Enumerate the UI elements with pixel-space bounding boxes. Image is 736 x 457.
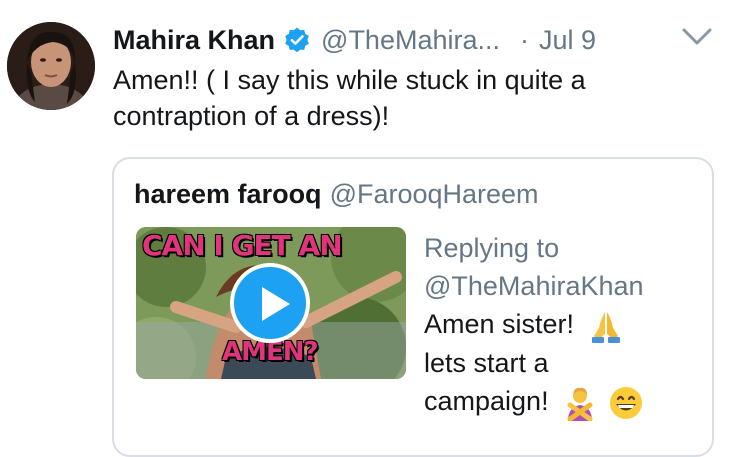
tweet-date[interactable]: Jul 9 [539, 25, 596, 56]
quoted-tweet-header: hareem farooq @FarooqHareem [134, 179, 539, 210]
grinning-face-emoji [608, 385, 644, 421]
verified-badge-icon [283, 26, 311, 54]
quoted-text-line: Amen sister! [424, 305, 704, 344]
video-thumbnail[interactable]: CAN I GET AN AMEN? [136, 227, 406, 379]
tweet-text-line: Amen!! ( I say this while stuck in quite… [113, 65, 586, 95]
quoted-tweet-text: Replying to @TheMahiraKhan Amen sister! … [424, 229, 704, 422]
tweet: Mahira Khan @TheMahira... · Jul 9 Amen!!… [0, 0, 736, 457]
tweet-text-line: contraption of a dress)! [113, 101, 390, 131]
replying-to-label: Replying to [424, 233, 560, 263]
tweet-header: Mahira Khan @TheMahira... · Jul 9 [113, 20, 596, 60]
tweet-text: Amen!! ( I say this while stuck in quite… [113, 62, 713, 134]
display-name[interactable]: Mahira Khan [113, 25, 275, 56]
user-handle[interactable]: @TheMahira... [321, 25, 500, 56]
separator-dot: · [520, 24, 529, 55]
person-gesturing-no-emoji [562, 385, 598, 422]
quoted-text-line-3: campaign! [424, 385, 549, 416]
quoted-text-line-1: Amen sister! [424, 309, 575, 339]
quoted-user-handle: @FarooqHareem [329, 179, 539, 209]
quoted-text-line: campaign! [424, 382, 704, 422]
quoted-tweet[interactable]: hareem farooq @FarooqHareem CAN I GET AN… [112, 157, 714, 457]
chevron-down-icon[interactable] [680, 24, 714, 52]
folded-hands-emoji [588, 308, 624, 344]
replying-to-handle[interactable]: @TheMahiraKhan [424, 267, 704, 305]
avatar[interactable] [7, 22, 95, 110]
play-icon[interactable] [230, 263, 310, 343]
video-caption-top: CAN I GET AN [142, 229, 343, 262]
avatar-photo [7, 22, 95, 110]
quoted-text-line: lets start a [424, 347, 549, 378]
quoted-display-name: hareem farooq [134, 179, 322, 209]
